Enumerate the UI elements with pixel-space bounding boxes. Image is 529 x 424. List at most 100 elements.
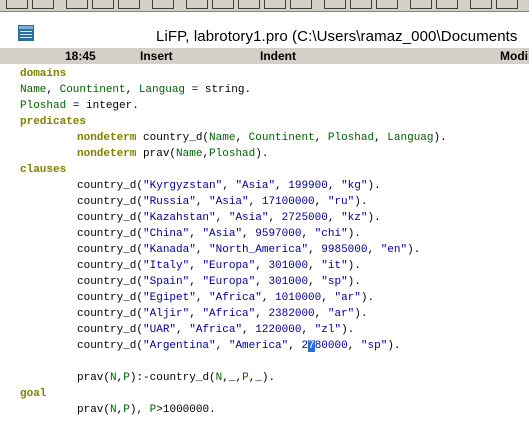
code-token: ). [354, 196, 368, 208]
code-token: , [374, 132, 388, 144]
code-token: ). [367, 180, 381, 192]
code-token: "Africa" [202, 308, 256, 320]
code-token: ). [360, 292, 375, 304]
toolbar-button[interactable] [436, 0, 458, 9]
code-token: , [327, 180, 342, 192]
code-token: , [255, 308, 269, 320]
code-token: N [110, 372, 117, 384]
code-token: ,_). [248, 372, 276, 384]
code-token: ). [354, 308, 368, 320]
code-token: , [261, 292, 276, 304]
code-token: Languag [138, 84, 186, 96]
status-modified: Modi [500, 49, 528, 63]
keyword-goal: goal [20, 388, 47, 400]
code-token: ). [347, 276, 361, 288]
toolbar-button[interactable] [496, 0, 518, 9]
toolbar-button[interactable] [470, 0, 492, 9]
code-token: 1010000 [275, 292, 322, 304]
code-token: ). [347, 260, 361, 272]
status-insert-mode: Insert [140, 49, 173, 63]
code-token: "China" [143, 228, 190, 240]
toolbar-button[interactable] [264, 0, 286, 9]
toolbar-button[interactable] [32, 0, 54, 9]
code-token: 9985000 [321, 244, 368, 256]
fact-line: country_d("Kanada", "North_America", 998… [77, 242, 420, 258]
code-token: country_d( [77, 180, 144, 192]
code-token: , [242, 324, 256, 336]
toolbar-button[interactable] [410, 0, 432, 9]
toolbar-button[interactable] [350, 0, 372, 9]
code-token: Name [209, 132, 236, 144]
toolbar-button[interactable] [376, 0, 398, 9]
status-time: 18:45 [65, 49, 96, 63]
toolbar-button[interactable] [324, 0, 346, 9]
code-token: "Asia" [235, 180, 276, 192]
code-token: "Kyrgyzstan" [143, 180, 223, 192]
code-token: ). [407, 244, 421, 256]
section-domains: domains [20, 66, 66, 82]
code-token: prav( [77, 404, 111, 416]
app-icon[interactable] [18, 25, 34, 41]
code-token: , [255, 276, 269, 288]
code-token: "en" [380, 244, 408, 256]
code-token: "Kanada" [143, 244, 196, 256]
toolbar-button[interactable] [290, 0, 312, 9]
code-token: Ploshad [327, 132, 375, 144]
toolbar-button[interactable] [92, 0, 114, 9]
code-token: "ar" [334, 292, 361, 304]
toolbar-button[interactable] [186, 0, 208, 9]
toolbar-button[interactable] [66, 0, 88, 9]
toolbar-button[interactable] [152, 0, 174, 9]
code-token: country_d( [77, 308, 144, 320]
fact-line: country_d("Kazahstan", "Asia", 2725000, … [77, 210, 381, 226]
code-token: Countinent [59, 84, 126, 96]
code-token: Name [20, 84, 47, 96]
code-token: "Aljir" [143, 308, 190, 320]
fact-line: country_d("Kyrgyzstan", "Asia", 199900, … [77, 178, 381, 194]
code-token: = string. [185, 84, 252, 96]
fact-line: country_d("UAR", "Africa", 1220000, "zl"… [77, 322, 354, 338]
code-token: , [189, 228, 203, 240]
toolbar-button[interactable] [238, 0, 260, 9]
code-token: , [301, 324, 315, 336]
code-token: , [275, 180, 289, 192]
section-goal: goal [20, 386, 46, 402]
code-token: country_d( [77, 244, 144, 256]
keyword-domains: domains [20, 68, 67, 80]
code-token: "Spain" [143, 276, 190, 288]
fact-line: country_d("Italy", "Europa", 301000, "it… [77, 258, 361, 274]
code-token: "Asia" [202, 228, 243, 240]
window-titlebar[interactable]: LiFP, labrotory1.pro (C:\Users\ramaz_000… [0, 12, 529, 45]
code-token: , [195, 244, 210, 256]
code-token: , [125, 84, 139, 96]
goal-line: prav(N,P), P>1000000. [77, 402, 216, 418]
toolbar-button[interactable] [212, 0, 234, 9]
toolbar-button[interactable] [6, 0, 28, 9]
code-token: 301000 [268, 260, 309, 272]
toolbar [0, 0, 529, 12]
code-token: Countinent [248, 132, 315, 144]
code-token: , [308, 244, 322, 256]
section-clauses: clauses [20, 162, 66, 178]
code-token: country_d( [77, 196, 144, 208]
code-token: , [314, 308, 328, 320]
code-token: , [308, 276, 322, 288]
code-token: ). [347, 228, 361, 240]
code-token: , [215, 212, 229, 224]
code-token: P [123, 372, 130, 384]
code-token: 9597000 [255, 228, 302, 240]
fact-line: country_d("Russia", "Asia", 17100000, "r… [77, 194, 367, 210]
code-editor[interactable]: domains Name, Countinent, Languag = strin… [0, 64, 529, 424]
code-token: "America" [228, 340, 289, 352]
code-token: Name [176, 148, 203, 160]
code-token: , [222, 180, 236, 192]
code-token: ). [387, 340, 401, 352]
code-token: , [215, 340, 229, 352]
section-predicates: predicates [20, 114, 86, 130]
code-token: , [314, 132, 328, 144]
code-token: country_d( [77, 228, 144, 240]
code-token: country_d( [77, 340, 144, 352]
code-token: Ploshad [209, 148, 256, 160]
toolbar-button[interactable] [118, 0, 140, 9]
code-token: Languag [387, 132, 434, 144]
